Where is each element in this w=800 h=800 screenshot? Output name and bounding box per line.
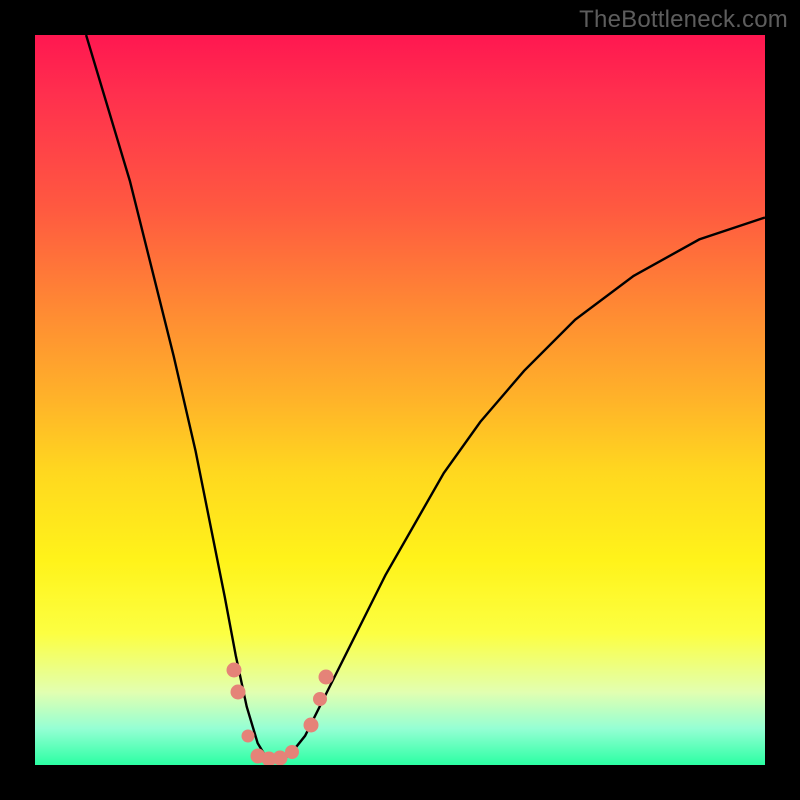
curve-marker xyxy=(303,717,318,732)
watermark-text: TheBottleneck.com xyxy=(579,6,788,34)
curve-marker xyxy=(313,692,327,706)
curve-marker xyxy=(230,685,245,700)
curve-markers xyxy=(35,35,765,765)
curve-marker xyxy=(318,670,333,685)
curve-marker xyxy=(285,745,299,759)
plot-area xyxy=(35,35,765,765)
curve-marker xyxy=(226,663,241,678)
chart-frame: TheBottleneck.com xyxy=(0,0,800,800)
curve-marker xyxy=(242,729,255,742)
